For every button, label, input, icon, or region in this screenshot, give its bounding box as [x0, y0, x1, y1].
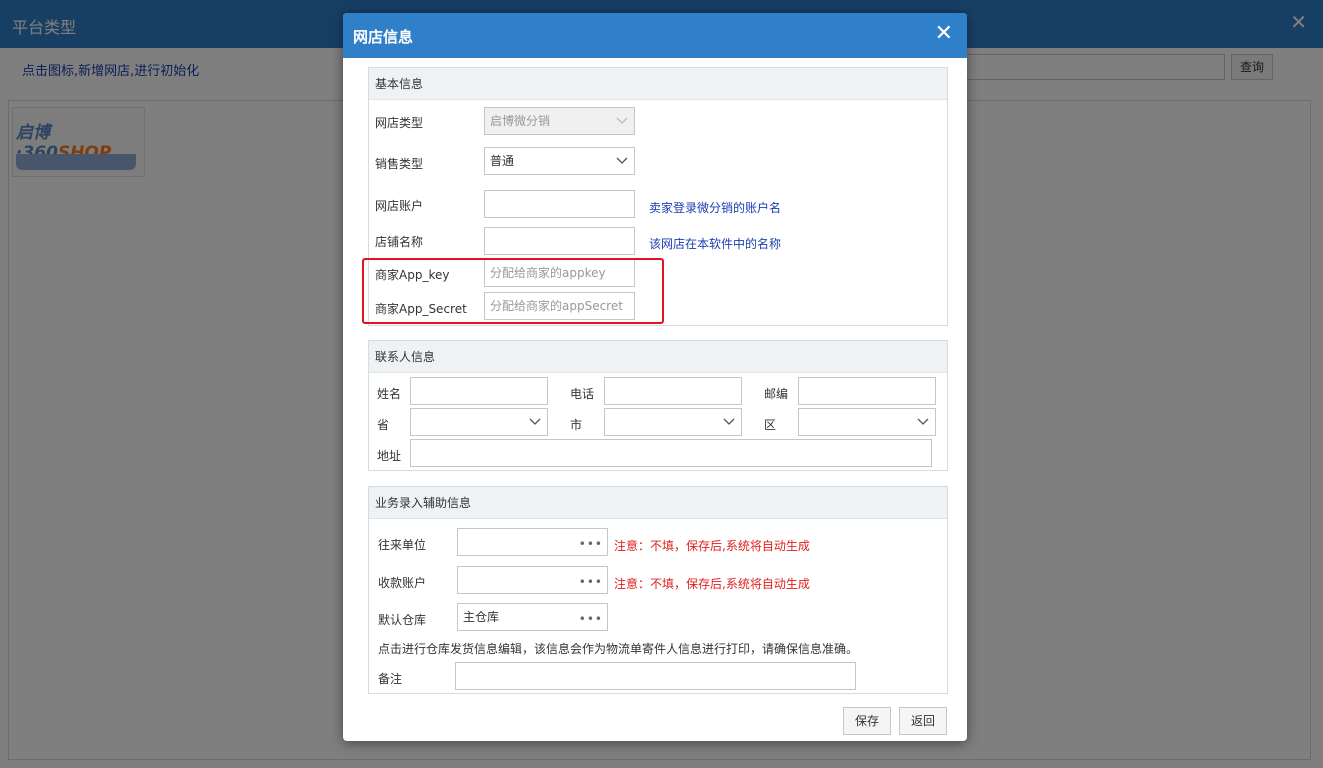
highlight-box: [362, 258, 664, 324]
partner-note: 注意：不填，保存后,系统将自动生成: [614, 539, 810, 553]
receipt-account-input[interactable]: •••: [457, 566, 608, 594]
shop-type-label: 网店类型: [375, 116, 424, 130]
warehouse-label: 默认仓库: [378, 613, 427, 627]
address-input[interactable]: [410, 439, 932, 467]
name-label: 姓名: [377, 387, 402, 401]
warehouse-edit-hint[interactable]: 点击进行仓库发货信息编辑，该信息会作为物流单寄件人信息进行打印，请确保信息准确。: [378, 640, 858, 657]
district-select[interactable]: [798, 408, 936, 436]
shop-account-note: 卖家登录微分销的账户名: [649, 201, 782, 215]
more-options-icon[interactable]: •••: [579, 606, 603, 632]
shop-name-note: 该网店在本软件中的名称: [649, 237, 782, 251]
shop-info-dialog: 网店信息 ✕ 基本信息 网店类型 启博微分销 销售类型 普通 网店账户 卖家登录…: [343, 13, 967, 741]
basic-info-header: 基本信息: [369, 68, 947, 100]
back-button[interactable]: 返回: [899, 707, 947, 735]
warehouse-input[interactable]: 主仓库 •••: [457, 603, 608, 631]
phone-label: 电话: [570, 387, 595, 401]
remark-input[interactable]: [455, 662, 856, 690]
dialog-close-icon[interactable]: ✕: [935, 23, 953, 45]
address-label: 地址: [377, 449, 402, 463]
chevron-down-icon: [917, 418, 929, 425]
partner-input[interactable]: •••: [457, 528, 608, 556]
receipt-account-note: 注意：不填，保存后,系统将自动生成: [614, 577, 810, 591]
chevron-down-icon: [616, 157, 628, 164]
dialog-header: 网店信息 ✕: [343, 13, 967, 58]
receipt-account-label: 收款账户: [378, 576, 427, 590]
province-label: 省: [377, 418, 390, 432]
partner-label: 往来单位: [378, 538, 427, 552]
zip-input[interactable]: [798, 377, 936, 405]
chevron-down-icon: [723, 418, 735, 425]
shop-account-label: 网店账户: [375, 199, 424, 213]
remark-label: 备注: [378, 672, 403, 686]
business-header: 业务录入辅助信息: [369, 487, 947, 519]
shop-account-input[interactable]: [484, 190, 635, 218]
more-options-icon[interactable]: •••: [579, 531, 603, 557]
chevron-down-icon: [616, 117, 628, 124]
shop-name-input[interactable]: [484, 227, 635, 255]
shop-name-label: 店铺名称: [375, 235, 424, 249]
chevron-down-icon: [529, 418, 541, 425]
zip-label: 邮编: [764, 387, 789, 401]
save-button[interactable]: 保存: [843, 707, 891, 735]
sale-type-label: 销售类型: [375, 157, 424, 171]
province-select[interactable]: [410, 408, 548, 436]
city-select[interactable]: [604, 408, 742, 436]
district-label: 区: [764, 418, 777, 432]
sale-type-select[interactable]: 普通: [484, 147, 635, 175]
dialog-title: 网店信息: [353, 28, 414, 46]
contact-header: 联系人信息: [369, 341, 947, 373]
shop-type-select: 启博微分销: [484, 107, 635, 135]
more-options-icon[interactable]: •••: [579, 569, 603, 595]
city-label: 市: [570, 418, 583, 432]
name-input[interactable]: [410, 377, 548, 405]
phone-input[interactable]: [604, 377, 742, 405]
